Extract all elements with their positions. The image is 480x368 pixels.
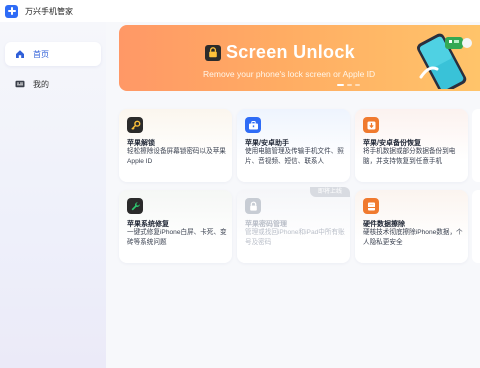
banner-subtitle: Remove your phone's lock screen or Apple…: [203, 69, 376, 79]
coming-soon-badge: 即将上线: [309, 187, 350, 197]
password-lock-icon: [245, 198, 261, 214]
promo-banner[interactable]: Screen Unlock Remove your phone's lock s…: [119, 25, 480, 91]
app-logo-icon: [5, 4, 18, 18]
sidebar: 首页 我的: [0, 22, 106, 368]
card-description: 轻松擦除设备屏幕锁密码以及苹果Apple ID: [127, 148, 226, 165]
card-description: 一键式修复iPhone白屏、卡死、变砖等系统问题: [127, 229, 227, 246]
banner-carousel-dots[interactable]: [337, 84, 360, 86]
sidebar-item-label: 我的: [33, 79, 49, 89]
sidebar-item-mine[interactable]: 我的: [5, 72, 101, 96]
card-system-repair[interactable]: 苹果系统修复 一键式修复iPhone白屏、卡死、变砖等系统问题: [119, 190, 232, 263]
wrench-icon: [127, 198, 143, 214]
home-icon: [15, 49, 25, 59]
card-partial-edge: [472, 109, 480, 182]
card-description: 将手机数据或部分数据备份到电脑，并支持恢复到任意手机: [363, 148, 456, 165]
eraser-icon: [363, 198, 379, 214]
sidebar-item-label: 首页: [33, 49, 49, 59]
sidebar-item-home[interactable]: 首页: [5, 42, 101, 66]
title-bar: 万兴手机管家: [0, 0, 480, 22]
card-description: 使用电脑管理及传输手机文件、照片、音视频、短信、联系人: [245, 148, 344, 165]
app-title: 万兴手机管家: [25, 6, 73, 16]
profile-card-icon: [15, 79, 25, 89]
card-password-manager[interactable]: 即将上线 苹果密码管理 管理或找回iPhone和iPad中所有账号及密码: [237, 187, 350, 263]
card-data-eraser[interactable]: 硬件数据擦除 硬核技术彻底擦除iPhone数据，个人隐私更安全: [355, 190, 468, 263]
card-phone-assistant[interactable]: 苹果/安卓助手 使用电脑管理及传输手机文件、照片、音视频、短信、联系人: [237, 109, 350, 182]
card-partial-edge: [472, 190, 480, 263]
key-icon: [127, 117, 143, 133]
main-content: Screen Unlock Remove your phone's lock s…: [106, 22, 480, 368]
card-description: 管理或找回iPhone和iPad中所有账号及密码: [245, 229, 345, 246]
card-description: 硬核技术彻底擦除iPhone数据，个人隐私更安全: [363, 229, 463, 246]
card-apple-unlock[interactable]: 苹果解锁 轻松擦除设备屏幕锁密码以及苹果Apple ID: [119, 109, 232, 182]
toolbox-icon: [245, 117, 261, 133]
phone-illustration-icon: [417, 33, 472, 89]
backup-icon: [363, 117, 379, 133]
banner-title: Screen Unlock: [205, 42, 355, 63]
card-backup-restore[interactable]: 苹果/安卓备份恢复 将手机数据或部分数据备份到电脑，并支持恢复到任意手机: [355, 109, 468, 182]
padlock-icon: [205, 44, 221, 61]
